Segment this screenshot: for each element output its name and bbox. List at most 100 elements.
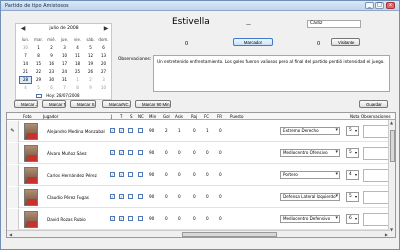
calendar-day[interactable]: 15 bbox=[32, 60, 45, 68]
rating-dropdown[interactable]: 4 bbox=[346, 170, 359, 180]
date-calendar[interactable]: ◀ julio de 2008 ▶ lun. mar. mié. jue. vi… bbox=[15, 23, 112, 100]
assists-cell[interactable]: 0 bbox=[178, 150, 181, 155]
calendar-day[interactable]: 28 bbox=[19, 76, 32, 84]
fouls-received-cell[interactable]: 0 bbox=[219, 172, 222, 177]
position-dropdown[interactable]: Portero bbox=[280, 171, 340, 179]
minutes-cell[interactable]: 90 bbox=[149, 194, 154, 199]
red-cards-cell[interactable]: 0 bbox=[193, 172, 196, 177]
assists-cell[interactable]: 0 bbox=[178, 216, 181, 221]
calendar-day[interactable]: 17 bbox=[58, 60, 71, 68]
table-row[interactable]: Álvaro Muñoz Sáez 90 0 0 0 0 0 Mediocent… bbox=[7, 143, 395, 164]
calendar-day[interactable]: 13 bbox=[97, 52, 110, 60]
position-dropdown[interactable]: Defensa Lateral Izquierdo bbox=[280, 193, 340, 201]
fouls-committed-cell[interactable]: 0 bbox=[206, 150, 209, 155]
calendar-day[interactable]: 3 bbox=[97, 76, 110, 84]
fouls-received-cell[interactable]: 0 bbox=[219, 128, 222, 133]
calendar-day[interactable]: 7 bbox=[19, 52, 32, 60]
calendar-day[interactable]: 31 bbox=[58, 76, 71, 84]
horizontal-scroll-thumb[interactable] bbox=[182, 232, 277, 237]
calendar-day[interactable]: 3 bbox=[58, 44, 71, 52]
calendar-day[interactable]: 9 bbox=[45, 52, 58, 60]
mark-90-minutes-button[interactable]: Marcar 90 Min bbox=[135, 100, 171, 108]
calendar-day[interactable]: 10 bbox=[97, 84, 110, 92]
substitute-checkbox[interactable] bbox=[128, 172, 133, 177]
home-score-button[interactable]: Marcador bbox=[233, 38, 273, 46]
row-header[interactable] bbox=[7, 209, 19, 230]
fouls-committed-cell[interactable]: 0 bbox=[206, 172, 209, 177]
calendar-day[interactable]: 10 bbox=[58, 52, 71, 60]
calendar-day[interactable]: 4 bbox=[71, 44, 84, 52]
starter-checkbox[interactable] bbox=[119, 194, 124, 199]
not-called-checkbox[interactable] bbox=[138, 128, 143, 133]
today-row[interactable]: Hoy: 28/07/2008 bbox=[36, 93, 111, 100]
position-dropdown[interactable]: Extremo Derecho bbox=[280, 127, 340, 135]
position-dropdown[interactable]: Mediocentro Ofensivo bbox=[280, 149, 340, 157]
observations-cell[interactable] bbox=[363, 125, 389, 138]
fouls-received-cell[interactable]: 0 bbox=[219, 216, 222, 221]
observations-cell[interactable] bbox=[363, 191, 389, 204]
row-header[interactable]: ✎ bbox=[7, 121, 19, 142]
mark-sub-button[interactable]: Marcar S. bbox=[70, 100, 96, 108]
substitute-checkbox[interactable] bbox=[128, 150, 133, 155]
maximize-button[interactable]: □ bbox=[375, 2, 384, 9]
calendar-day[interactable]: 20 bbox=[97, 60, 110, 68]
calendar-next-icon[interactable]: ▶ bbox=[102, 26, 110, 33]
played-checkbox[interactable] bbox=[110, 194, 115, 199]
goals-cell[interactable]: 0 bbox=[165, 194, 168, 199]
calendar-day[interactable]: 12 bbox=[84, 52, 97, 60]
calendar-day[interactable]: 5 bbox=[32, 84, 45, 92]
minutes-cell[interactable]: 90 bbox=[149, 150, 154, 155]
observations-cell[interactable] bbox=[363, 147, 389, 160]
red-cards-cell[interactable]: 0 bbox=[193, 150, 196, 155]
substitute-checkbox[interactable] bbox=[128, 128, 133, 133]
rating-dropdown[interactable]: 5 bbox=[346, 126, 359, 136]
calendar-day[interactable]: 6 bbox=[97, 44, 110, 52]
scroll-right-icon[interactable]: ▶ bbox=[385, 232, 388, 237]
fouls-committed-cell[interactable]: 0 bbox=[206, 194, 209, 199]
table-row[interactable]: David Rozas Rubio 90 0 0 0 0 0 Mediocent… bbox=[7, 209, 395, 230]
red-cards-cell[interactable]: 0 bbox=[193, 128, 196, 133]
vertical-scroll-thumb[interactable] bbox=[390, 130, 395, 162]
row-header[interactable] bbox=[7, 187, 19, 208]
fouls-committed-cell[interactable]: 0 bbox=[206, 216, 209, 221]
calendar-day[interactable]: 5 bbox=[84, 44, 97, 52]
calendar-day[interactable]: 23 bbox=[45, 68, 58, 76]
substitute-checkbox[interactable] bbox=[128, 194, 133, 199]
starter-checkbox[interactable] bbox=[119, 128, 124, 133]
calendar-day[interactable]: 1 bbox=[32, 44, 45, 52]
calendar-day[interactable]: 27 bbox=[97, 68, 110, 76]
row-header[interactable] bbox=[7, 165, 19, 186]
calendar-day[interactable]: 22 bbox=[32, 68, 45, 76]
calendar-day[interactable]: 30 bbox=[45, 76, 58, 84]
calendar-day[interactable]: 26 bbox=[84, 68, 97, 76]
calendar-day[interactable]: 14 bbox=[19, 60, 32, 68]
horizontal-scrollbar[interactable]: ◀ ▶ bbox=[7, 230, 390, 237]
goals-cell[interactable]: 0 bbox=[165, 172, 168, 177]
observations-cell[interactable] bbox=[363, 169, 389, 182]
calendar-day[interactable]: 4 bbox=[19, 84, 32, 92]
calendar-day[interactable]: 19 bbox=[84, 60, 97, 68]
assists-cell[interactable]: 0 bbox=[178, 194, 181, 199]
goals-cell[interactable]: 0 bbox=[165, 216, 168, 221]
calendar-day[interactable]: 24 bbox=[58, 68, 71, 76]
played-checkbox[interactable] bbox=[110, 216, 115, 221]
fouls-committed-cell[interactable]: 1 bbox=[206, 128, 209, 133]
mark-not-called-button[interactable]: MarcarNC. bbox=[102, 100, 131, 108]
played-checkbox[interactable] bbox=[110, 128, 115, 133]
not-called-checkbox[interactable] bbox=[138, 194, 143, 199]
calendar-day[interactable]: 25 bbox=[71, 68, 84, 76]
played-checkbox[interactable] bbox=[110, 150, 115, 155]
observations-cell[interactable] bbox=[363, 213, 389, 226]
rating-dropdown[interactable]: 5 bbox=[346, 148, 359, 158]
calendar-prev-icon[interactable]: ◀ bbox=[19, 26, 27, 33]
minutes-cell[interactable]: 90 bbox=[149, 172, 154, 177]
not-called-checkbox[interactable] bbox=[138, 216, 143, 221]
row-header[interactable] bbox=[7, 143, 19, 164]
substitute-checkbox[interactable] bbox=[128, 216, 133, 221]
calendar-day[interactable]: 8 bbox=[71, 84, 84, 92]
played-checkbox[interactable] bbox=[110, 172, 115, 177]
calendar-day[interactable]: 16 bbox=[45, 60, 58, 68]
fouls-received-cell[interactable]: 0 bbox=[219, 194, 222, 199]
away-score-button[interactable]: Visitante bbox=[331, 38, 360, 46]
calendar-day[interactable]: 1 bbox=[71, 76, 84, 84]
